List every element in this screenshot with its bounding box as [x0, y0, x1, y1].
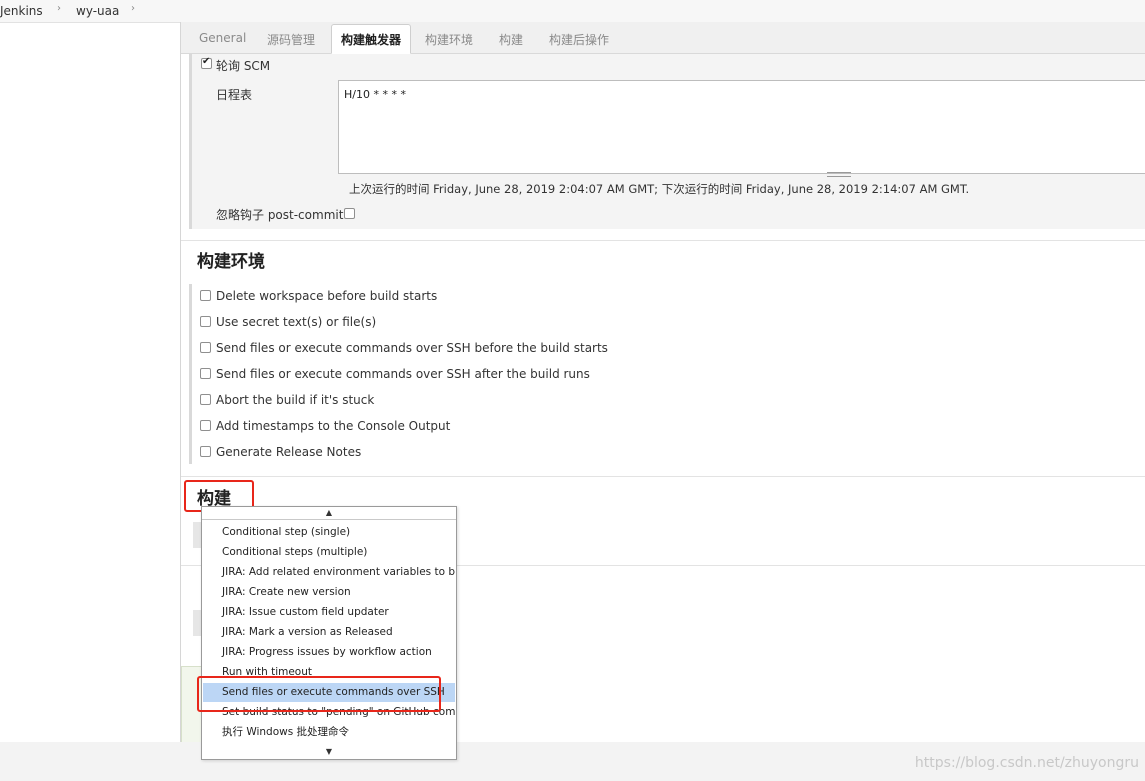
poll-scm-checkbox[interactable]: [201, 56, 212, 69]
tab-general[interactable]: General: [199, 31, 246, 45]
poll-scm-label: 轮询 SCM: [216, 59, 271, 73]
chevron-right-icon: ›: [131, 3, 135, 14]
schedule-textarea[interactable]: H/10 * * * *: [338, 80, 1145, 174]
menu-item[interactable]: JIRA: Add related environment variables …: [203, 563, 455, 582]
ignore-hooks-label: 忽略钩子 post-commit: [216, 208, 344, 222]
build-env-title: 构建环境: [197, 252, 265, 272]
option-checkbox[interactable]: [200, 368, 211, 379]
textarea-resize-handle[interactable]: [827, 172, 851, 177]
scroll-down-icon[interactable]: ▼: [202, 747, 456, 756]
option-label: Generate Release Notes: [216, 445, 362, 459]
menu-item[interactable]: JIRA: Issue custom field updater: [203, 603, 455, 622]
option-checkbox[interactable]: [200, 290, 211, 301]
option-label: Send files or execute commands over SSH …: [216, 341, 608, 355]
section-divider: [181, 476, 1145, 477]
build-env-options: Delete workspace before build starts Use…: [189, 284, 1145, 464]
option-label: Abort the build if it's stuck: [216, 393, 375, 407]
menu-item[interactable]: JIRA: Create new version: [203, 583, 455, 602]
annotation-highlight: [197, 676, 441, 712]
option-label: Send files or execute commands over SSH …: [216, 367, 590, 381]
config-tabs: General 源码管理 构建触发器 构建环境 构建 构建后操作: [181, 22, 1145, 54]
tab-post-build[interactable]: 构建后操作: [549, 31, 609, 48]
tab-scm[interactable]: 源码管理: [267, 31, 315, 48]
menu-item[interactable]: JIRA: Mark a version as Released: [203, 623, 455, 642]
ignore-hooks-checkbox[interactable]: [344, 208, 355, 219]
side-panel: [0, 23, 180, 781]
option-label: Add timestamps to the Console Output: [216, 419, 451, 433]
option-checkbox[interactable]: [200, 420, 211, 431]
option-checkbox[interactable]: [200, 446, 211, 457]
add-build-step-menu: ▲ Conditional step (single) Conditional …: [201, 506, 457, 760]
option-label: Use secret text(s) or file(s): [216, 315, 377, 329]
breadcrumb-jenkins[interactable]: Jenkins: [0, 4, 43, 18]
menu-divider: [202, 519, 456, 520]
tab-build-triggers[interactable]: 构建触发器: [331, 24, 412, 54]
menu-item[interactable]: Conditional steps (multiple): [203, 543, 455, 562]
schedule-label: 日程表: [216, 88, 253, 102]
tab-build-environment[interactable]: 构建环境: [425, 31, 473, 48]
chevron-right-icon: ›: [57, 3, 61, 14]
breadcrumb: Jenkins › wy-uaa ›: [0, 0, 1145, 23]
watermark: https://blog.csdn.net/zhuyongru: [914, 755, 1139, 771]
section-divider: [181, 240, 1145, 241]
menu-item[interactable]: JIRA: Progress issues by workflow action: [203, 643, 455, 662]
option-checkbox[interactable]: [200, 316, 211, 327]
breadcrumb-job[interactable]: wy-uaa: [76, 4, 119, 18]
schedule-info: 上次运行的时间 Friday, June 28, 2019 2:04:07 AM…: [349, 182, 970, 196]
menu-item[interactable]: 执行 Windows 批处理命令: [203, 723, 455, 742]
schedule-value: H/10 * * * *: [344, 88, 406, 101]
option-checkbox[interactable]: [200, 342, 211, 353]
option-checkbox[interactable]: [200, 394, 211, 405]
option-label: Delete workspace before build starts: [216, 289, 438, 303]
tab-build[interactable]: 构建: [499, 31, 523, 48]
scroll-up-icon[interactable]: ▲: [202, 508, 456, 517]
menu-item[interactable]: Conditional step (single): [203, 523, 455, 542]
